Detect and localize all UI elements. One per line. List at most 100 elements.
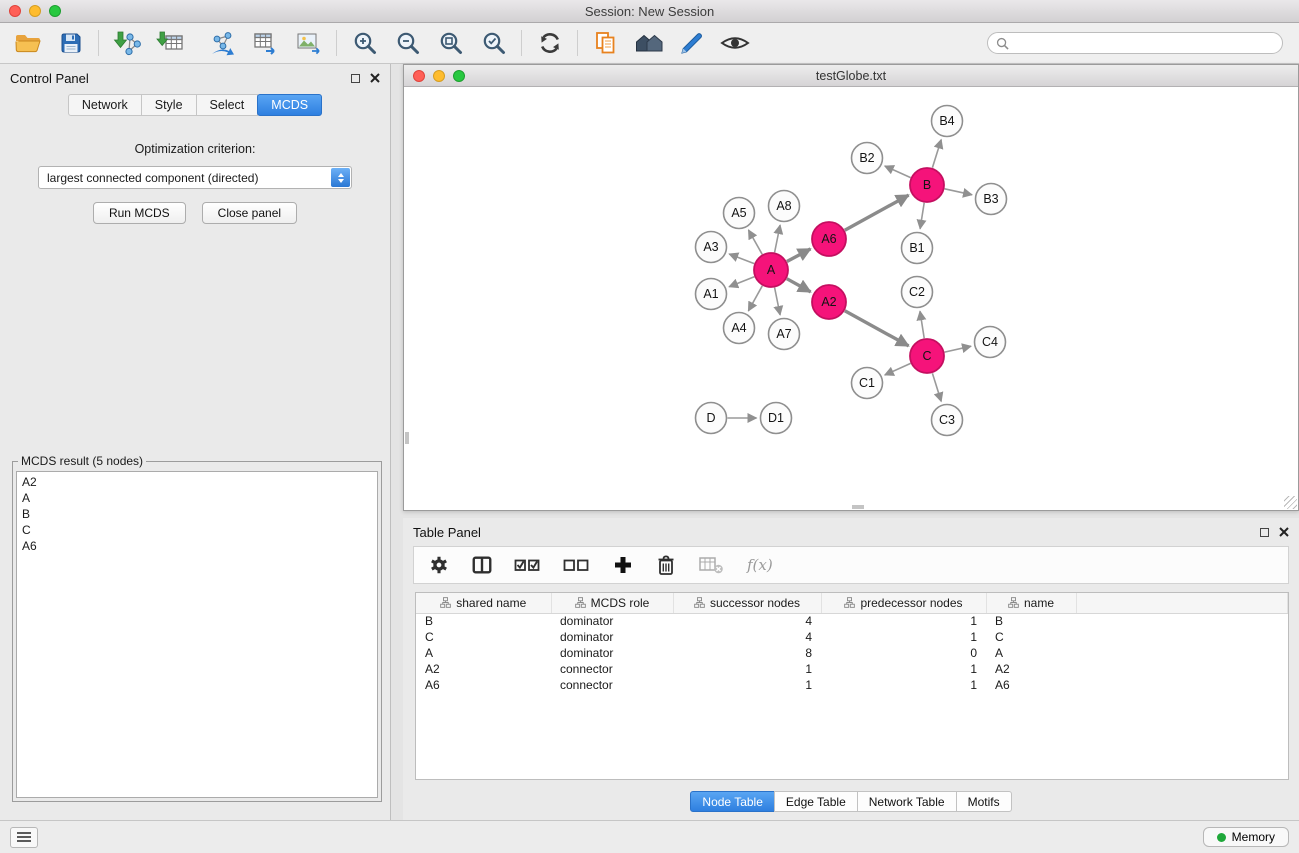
show-columns-button[interactable]: [469, 551, 495, 579]
graph-node[interactable]: A7: [769, 319, 800, 350]
table-row[interactable]: Adominator80A: [416, 645, 1288, 661]
mcds-result-item[interactable]: A6: [22, 538, 372, 554]
zoom-selected-button[interactable]: [472, 25, 515, 61]
open-document-button[interactable]: [584, 25, 627, 61]
delete-table-button[interactable]: [696, 551, 726, 579]
mcds-result-item[interactable]: C: [22, 522, 372, 538]
column-header[interactable]: name: [986, 593, 1076, 613]
mcds-result-item[interactable]: B: [22, 506, 372, 522]
export-table-button[interactable]: [244, 25, 287, 61]
memory-button[interactable]: Memory: [1203, 827, 1289, 847]
refresh-button[interactable]: [528, 25, 571, 61]
graph-node[interactable]: B3: [976, 184, 1007, 215]
zoom-in-button[interactable]: [343, 25, 386, 61]
network-canvas[interactable]: B4B2BB3A5A8A6A3B1AC2A1A2A4A7C4CC1DD1C3: [404, 87, 1298, 510]
float-panel-icon[interactable]: [351, 74, 360, 83]
graph-node[interactable]: D: [696, 403, 727, 434]
graph-node[interactable]: B1: [902, 233, 933, 264]
search-input[interactable]: [1014, 35, 1274, 51]
run-mcds-button[interactable]: Run MCDS: [93, 202, 186, 224]
graph-edge[interactable]: [920, 311, 924, 338]
tab-mcds[interactable]: MCDS: [257, 94, 322, 116]
mcds-result-item[interactable]: A2: [22, 474, 372, 490]
tab-style[interactable]: Style: [141, 94, 197, 116]
zoom-network-button[interactable]: [453, 70, 465, 82]
graph-node-mcds[interactable]: B: [910, 168, 944, 202]
graph-node[interactable]: C1: [852, 368, 883, 399]
dropdown-stepper-icon[interactable]: [331, 168, 350, 187]
table-row[interactable]: Bdominator41B: [416, 613, 1288, 629]
deselect-all-button[interactable]: [561, 551, 593, 579]
zoom-window-button[interactable]: [49, 5, 61, 17]
style-brush-button[interactable]: [670, 25, 713, 61]
graph-node[interactable]: A5: [724, 198, 755, 229]
zoom-out-button[interactable]: [386, 25, 429, 61]
tab-motifs[interactable]: Motifs: [956, 791, 1012, 812]
column-header[interactable]: MCDS role: [551, 593, 673, 613]
resize-grip[interactable]: [1284, 496, 1297, 509]
graph-node-mcds[interactable]: A: [754, 253, 788, 287]
graph-node[interactable]: A8: [769, 191, 800, 222]
task-history-button[interactable]: [10, 827, 38, 848]
tab-select[interactable]: Select: [196, 94, 259, 116]
graph-node[interactable]: D1: [761, 403, 792, 434]
add-column-button[interactable]: [610, 551, 636, 579]
graph-edge[interactable]: [945, 346, 971, 352]
minimize-window-button[interactable]: [29, 5, 41, 17]
table-row[interactable]: Cdominator41C: [416, 629, 1288, 645]
graph-edge[interactable]: [845, 195, 909, 230]
graph-edge[interactable]: [945, 189, 972, 195]
graph-edge[interactable]: [729, 254, 754, 264]
graph-node[interactable]: A3: [696, 232, 727, 263]
graph-edge[interactable]: [920, 203, 924, 229]
graph-node[interactable]: A1: [696, 279, 727, 310]
graph-edge[interactable]: [775, 288, 781, 315]
close-table-panel-icon[interactable]: [1279, 527, 1289, 537]
mcds-result-list[interactable]: A2ABCA6: [16, 471, 378, 798]
graph-edge[interactable]: [787, 279, 811, 292]
save-session-button[interactable]: [49, 25, 92, 61]
select-all-button[interactable]: [512, 551, 544, 579]
float-table-panel-icon[interactable]: [1260, 528, 1269, 537]
graph-edge[interactable]: [932, 140, 941, 168]
export-image-button[interactable]: [287, 25, 330, 61]
export-network-button[interactable]: [201, 25, 244, 61]
close-network-button[interactable]: [413, 70, 425, 82]
graph-node[interactable]: C4: [975, 327, 1006, 358]
zoom-fit-button[interactable]: [429, 25, 472, 61]
graph-edge[interactable]: [729, 277, 754, 287]
graph-node[interactable]: C3: [932, 405, 963, 436]
graph-node-mcds[interactable]: C: [910, 339, 944, 373]
table-settings-button[interactable]: [426, 551, 452, 579]
import-network-button[interactable]: [105, 25, 148, 61]
column-header[interactable]: shared name: [416, 593, 551, 613]
vertical-scrollbar-thumb[interactable]: [405, 432, 409, 444]
graph-edge[interactable]: [932, 373, 941, 401]
close-panel-button[interactable]: Close panel: [202, 202, 297, 224]
open-session-button[interactable]: [6, 25, 49, 61]
minimize-network-button[interactable]: [433, 70, 445, 82]
home-button[interactable]: [627, 25, 670, 61]
table-row[interactable]: A2connector11A2: [416, 661, 1288, 677]
column-header[interactable]: successor nodes: [673, 593, 821, 613]
graph-edge[interactable]: [749, 230, 763, 254]
graph-node[interactable]: B4: [932, 106, 963, 137]
tab-edge-table[interactable]: Edge Table: [774, 791, 858, 812]
graph-node-mcds[interactable]: A6: [812, 222, 846, 256]
horizontal-scrollbar-thumb[interactable]: [852, 505, 864, 509]
graph-edge[interactable]: [885, 166, 911, 178]
close-panel-icon[interactable]: [370, 73, 380, 83]
graph-edge[interactable]: [845, 311, 909, 346]
close-window-button[interactable]: [9, 5, 21, 17]
table-row[interactable]: A6connector11A6: [416, 677, 1288, 693]
mcds-result-item[interactable]: A: [22, 490, 372, 506]
import-table-button[interactable]: [148, 25, 191, 61]
graph-edge[interactable]: [748, 286, 762, 311]
graph-node[interactable]: A4: [724, 313, 755, 344]
optimization-dropdown[interactable]: largest connected component (directed): [38, 166, 352, 189]
graph-node-mcds[interactable]: A2: [812, 285, 846, 319]
tab-network-table[interactable]: Network Table: [857, 791, 957, 812]
graph-edge[interactable]: [787, 249, 811, 262]
function-builder-button[interactable]: f(x): [747, 556, 773, 574]
graph-edge[interactable]: [885, 363, 911, 375]
